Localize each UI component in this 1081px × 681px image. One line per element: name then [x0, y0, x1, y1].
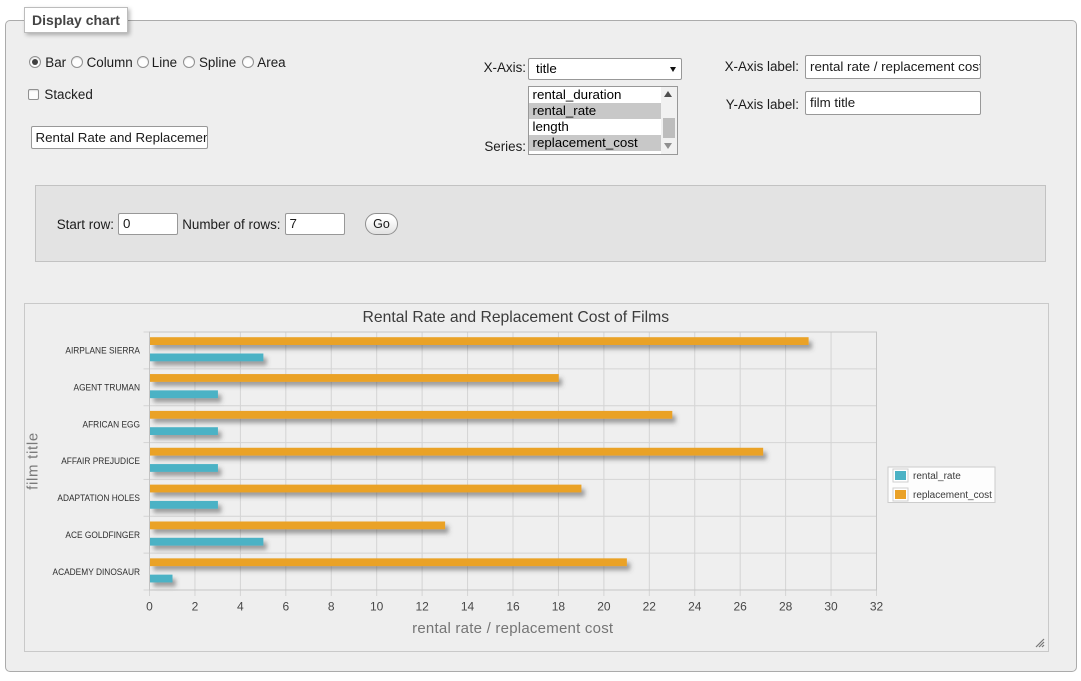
svg-text:AGENT TRUMAN: AGENT TRUMAN	[74, 382, 141, 392]
svg-text:2: 2	[192, 599, 199, 613]
svg-text:4: 4	[237, 599, 244, 613]
svg-text:18: 18	[552, 599, 566, 613]
svg-text:AIRPLANE SIERRA: AIRPLANE SIERRA	[65, 345, 140, 355]
svg-text:ACADEMY DINOSAUR: ACADEMY DINOSAUR	[53, 566, 141, 576]
svg-text:ACE GOLDFINGER: ACE GOLDFINGER	[65, 529, 140, 539]
svg-text:26: 26	[734, 599, 748, 613]
svg-text:0: 0	[146, 599, 153, 613]
svg-text:16: 16	[506, 599, 520, 613]
svg-text:Rental Rate and Replacement Co: Rental Rate and Replacement Cost of Film…	[363, 309, 670, 326]
svg-text:24: 24	[688, 599, 702, 613]
svg-text:20: 20	[597, 599, 611, 613]
svg-text:28: 28	[779, 599, 793, 613]
svg-text:replacement_cost: replacement_cost	[913, 489, 992, 500]
svg-text:rental_rate: rental_rate	[913, 470, 961, 481]
svg-text:14: 14	[461, 599, 475, 613]
svg-text:32: 32	[870, 599, 884, 613]
svg-text:22: 22	[643, 599, 657, 613]
svg-text:30: 30	[824, 599, 838, 613]
svg-text:6: 6	[282, 599, 289, 613]
svg-text:AFFAIR PREJUDICE: AFFAIR PREJUDICE	[61, 456, 140, 466]
svg-text:12: 12	[415, 599, 429, 613]
svg-text:AFRICAN EGG: AFRICAN EGG	[83, 419, 141, 429]
svg-text:10: 10	[370, 599, 384, 613]
svg-text:rental rate / replacement cost: rental rate / replacement cost	[412, 619, 614, 636]
svg-text:8: 8	[328, 599, 335, 613]
svg-text:film title: film title	[25, 432, 42, 490]
svg-text:ADAPTATION HOLES: ADAPTATION HOLES	[57, 493, 140, 503]
